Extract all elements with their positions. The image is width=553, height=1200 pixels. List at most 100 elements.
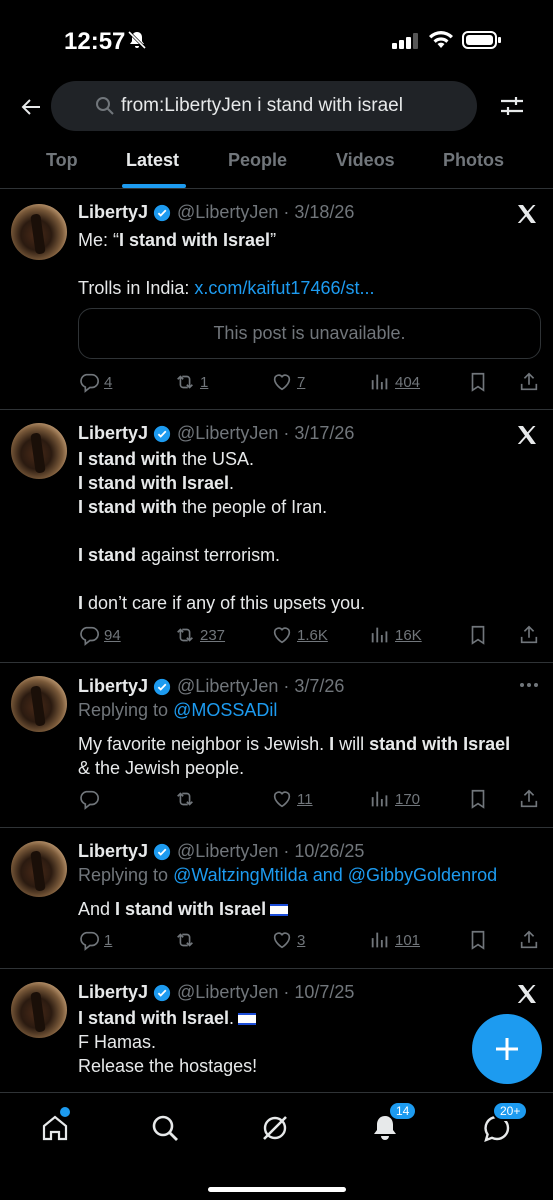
wifi-icon xyxy=(429,31,453,48)
repost-button[interactable]: 1 xyxy=(174,371,208,393)
share-icon xyxy=(520,372,538,391)
author-handle-date[interactable]: @LibertyJen · 10/7/25 xyxy=(177,982,354,1003)
post-text: I stand with the USA. I stand with Israe… xyxy=(78,449,366,613)
author-name[interactable]: LibertyJ xyxy=(78,423,148,444)
back-button[interactable] xyxy=(14,90,48,124)
share-button[interactable] xyxy=(518,929,544,951)
post-header: LibertyJ @LibertyJen · 3/7/26 xyxy=(78,676,344,697)
status-bar: 12:57 xyxy=(0,0,553,80)
reply-icon xyxy=(80,373,99,393)
nav-search[interactable] xyxy=(148,1111,182,1145)
reply-button[interactable] xyxy=(78,788,104,810)
israel-flag-emoji xyxy=(238,1013,257,1026)
reply-button[interactable]: 94 xyxy=(78,624,121,646)
search-input[interactable]: from:LibertyJen i stand with israel xyxy=(51,81,477,131)
post-item[interactable]: LibertyJ @LibertyJen · 3/7/26 Replying t… xyxy=(0,664,553,828)
views-button[interactable]: 16K xyxy=(369,624,422,646)
author-name[interactable]: LibertyJ xyxy=(78,202,148,223)
bookmark-button[interactable] xyxy=(467,624,493,646)
author-handle-date[interactable]: @LibertyJen · 3/18/26 xyxy=(177,202,354,223)
share-icon xyxy=(520,625,538,644)
reply-button[interactable]: 4 xyxy=(78,371,112,393)
reply-icon xyxy=(80,626,99,646)
avatar[interactable] xyxy=(11,841,67,897)
tab-people[interactable]: People xyxy=(228,150,287,171)
new-posts-dot xyxy=(60,1107,70,1117)
replying-to: Replying to @WaltzingMtilda and @GibbyGo… xyxy=(78,865,498,885)
views-button[interactable]: 170 xyxy=(369,788,420,810)
share-button[interactable] xyxy=(518,788,544,810)
reply-button[interactable]: 1 xyxy=(78,929,112,951)
avatar[interactable] xyxy=(11,204,67,260)
post-actions: 4 1 7 404 xyxy=(78,371,540,395)
more-options-icon[interactable] xyxy=(519,682,539,688)
verified-badge-icon xyxy=(153,425,171,442)
post-link[interactable]: x.com/kaifut17466/st... xyxy=(194,278,374,298)
heart-icon xyxy=(273,374,291,391)
share-button[interactable] xyxy=(518,371,544,393)
nav-messages[interactable]: 20+ xyxy=(480,1101,529,1145)
repost-button[interactable]: 237 xyxy=(174,624,225,646)
like-button[interactable]: 1.6K xyxy=(271,624,328,646)
avatar[interactable] xyxy=(11,676,67,732)
heart-icon xyxy=(273,932,291,949)
sliders-icon xyxy=(501,97,523,115)
views-button[interactable]: 101 xyxy=(369,929,420,951)
like-button[interactable]: 7 xyxy=(271,371,305,393)
post-item[interactable]: LibertyJ @LibertyJen · 10/26/25 Replying… xyxy=(0,829,553,969)
author-handle-date[interactable]: @LibertyJen · 10/26/25 xyxy=(177,841,364,862)
views-button[interactable]: 404 xyxy=(369,371,420,393)
avatar[interactable] xyxy=(11,423,67,479)
author-name[interactable]: LibertyJ xyxy=(78,676,148,697)
x-logo-icon xyxy=(517,205,536,223)
x-logo-icon xyxy=(517,985,536,1003)
search-icon xyxy=(152,1115,178,1141)
like-button[interactable]: 11 xyxy=(271,788,313,810)
compose-post-button[interactable] xyxy=(472,1014,542,1084)
post-header: LibertyJ @LibertyJen · 10/26/25 xyxy=(78,841,364,862)
nav-grok[interactable] xyxy=(258,1111,292,1145)
search-icon xyxy=(96,97,114,115)
bookmark-button[interactable] xyxy=(467,788,493,810)
post-actions: 1 3 101 xyxy=(78,929,540,953)
repost-button[interactable] xyxy=(174,929,200,951)
bookmark-button[interactable] xyxy=(467,371,493,393)
repost-icon xyxy=(177,933,193,947)
views-icon xyxy=(371,627,388,643)
author-name[interactable]: LibertyJ xyxy=(78,982,148,1003)
tab-latest[interactable]: Latest xyxy=(126,150,179,171)
post-header: LibertyJ @LibertyJen · 3/18/26 xyxy=(78,202,354,223)
status-time: 12:57 xyxy=(64,28,126,55)
verified-badge-icon xyxy=(153,984,171,1001)
post-item[interactable]: LibertyJ @LibertyJen · 3/18/26 Me: “I st… xyxy=(0,190,553,410)
post-item[interactable]: LibertyJ @LibertyJen · 10/7/25 I stand w… xyxy=(0,970,553,1100)
views-icon xyxy=(371,791,388,807)
author-handle-date[interactable]: @LibertyJen · 3/17/26 xyxy=(177,423,354,444)
messages-badge: 20+ xyxy=(492,1101,529,1121)
back-arrow-icon xyxy=(21,99,40,115)
active-tab-indicator xyxy=(122,184,186,188)
like-button[interactable]: 3 xyxy=(271,929,305,951)
cellular-signal-icon xyxy=(392,33,418,49)
avatar[interactable] xyxy=(11,982,67,1038)
verified-badge-icon xyxy=(153,843,171,860)
bookmark-button[interactable] xyxy=(467,929,493,951)
nav-home[interactable] xyxy=(38,1107,72,1145)
nav-notifications[interactable]: 14 xyxy=(368,1101,418,1145)
search-filter-button[interactable] xyxy=(492,88,532,124)
share-icon xyxy=(520,930,538,949)
tab-videos[interactable]: Videos xyxy=(336,150,395,171)
post-text: And I stand with Israel xyxy=(78,897,289,921)
grok-icon xyxy=(263,1116,287,1140)
author-handle-date[interactable]: @LibertyJen · 3/7/26 xyxy=(177,676,344,697)
author-name[interactable]: LibertyJ xyxy=(78,841,148,862)
share-button[interactable] xyxy=(518,624,544,646)
replying-to-link[interactable]: @MOSSADil xyxy=(173,700,277,720)
bottom-nav: 14 20+ xyxy=(0,1092,553,1200)
tab-top[interactable]: Top xyxy=(46,150,78,171)
tab-photos[interactable]: Photos xyxy=(443,150,504,171)
share-icon xyxy=(520,789,538,808)
replying-to-link[interactable]: @WaltzingMtilda and @GibbyGoldenrod xyxy=(173,865,497,885)
post-item[interactable]: LibertyJ @LibertyJen · 3/17/26 I stand w… xyxy=(0,411,553,663)
repost-button[interactable] xyxy=(174,788,200,810)
